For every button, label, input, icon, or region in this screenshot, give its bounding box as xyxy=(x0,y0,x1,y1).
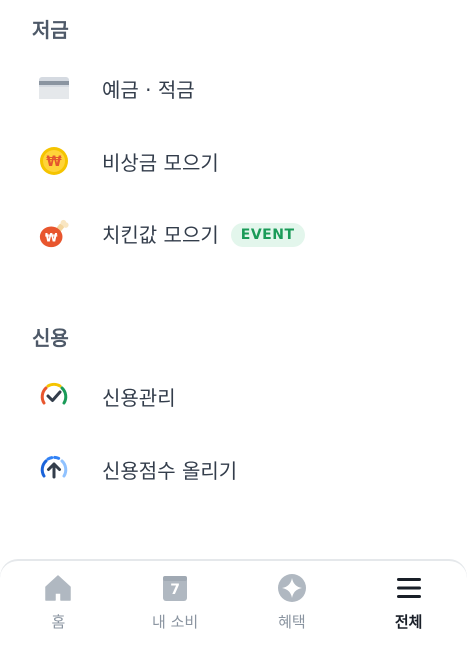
tab-benefits[interactable]: 혜택 xyxy=(234,561,351,648)
bankbook-icon xyxy=(38,72,70,104)
tab-all[interactable]: 전체 xyxy=(350,561,467,648)
list-item-emergency-fund[interactable]: ₩ 비상금 모으기 xyxy=(0,133,467,189)
bottom-tab-bar: 홈 7 내 소비 혜택 전체 xyxy=(0,560,467,648)
list-item-label-text: 치킨값 모으기 xyxy=(102,223,219,248)
credit-gauge-up-icon xyxy=(38,453,70,485)
tab-label: 홈 xyxy=(51,613,66,631)
menu-icon xyxy=(394,573,424,603)
section-title-credit: 신용 xyxy=(32,326,69,350)
svg-text:₩: ₩ xyxy=(46,154,62,170)
chicken-icon: ₩ xyxy=(38,218,70,250)
credit-gauge-check-icon xyxy=(38,380,70,412)
list-item-label: 치킨값 모으기 EVENT xyxy=(102,219,305,249)
list-item-label: 신용점수 올리기 xyxy=(102,458,238,483)
list-item-deposit-savings[interactable]: 예금 · 적금 xyxy=(0,60,467,116)
tab-label: 내 소비 xyxy=(152,613,199,631)
list-item-label: 예금 · 적금 xyxy=(102,77,195,102)
home-icon xyxy=(43,573,73,603)
calendar-day: 7 xyxy=(170,582,180,598)
svg-text:₩: ₩ xyxy=(45,232,58,245)
tab-my-spending[interactable]: 7 내 소비 xyxy=(117,561,234,648)
list-item-label: 신용관리 xyxy=(102,385,176,410)
list-item-credit-management[interactable]: 신용관리 xyxy=(0,368,467,424)
calendar-icon: 7 xyxy=(160,573,190,603)
tab-label: 혜택 xyxy=(278,613,306,631)
tab-label: 전체 xyxy=(394,613,423,631)
event-badge: EVENT xyxy=(230,222,305,247)
tab-home[interactable]: 홈 xyxy=(0,561,117,648)
list-item-chicken-fund[interactable]: ₩ 치킨값 모으기 EVENT xyxy=(0,206,467,262)
list-item-label: 비상금 모으기 xyxy=(102,150,219,175)
sparkle-icon xyxy=(277,573,307,603)
section-title-savings: 저금 xyxy=(32,18,69,42)
won-coin-icon: ₩ xyxy=(38,145,70,177)
list-item-raise-credit-score[interactable]: 신용점수 올리기 xyxy=(0,441,467,497)
